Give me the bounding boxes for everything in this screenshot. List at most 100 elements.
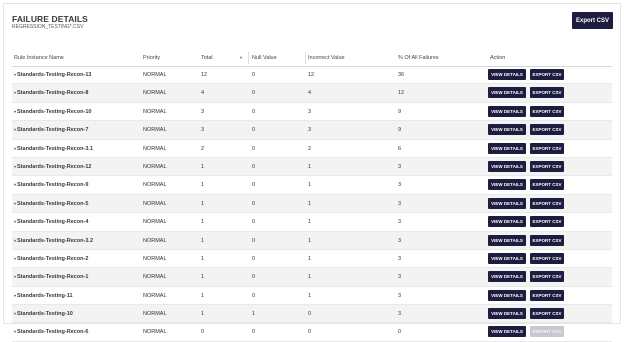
- rule-name-text: Standards-Testing-Recon-4: [17, 219, 89, 226]
- row-export-csv-button[interactable]: EXPORT CSV: [530, 87, 564, 99]
- row-export-csv-button[interactable]: EXPORT CSV: [530, 197, 564, 209]
- null-value-cell: 0: [252, 329, 256, 336]
- chevron-down-icon[interactable]: ▾: [14, 127, 16, 132]
- view-details-button[interactable]: VIEW DETAILS: [488, 124, 526, 136]
- row-export-csv-button[interactable]: EXPORT CSV: [530, 271, 564, 283]
- chevron-down-icon[interactable]: ▾: [14, 90, 16, 95]
- col-null-value[interactable]: Null Value: [252, 55, 277, 61]
- view-details-button[interactable]: VIEW DETAILS: [488, 326, 526, 338]
- view-details-button[interactable]: VIEW DETAILS: [488, 289, 526, 301]
- view-details-button[interactable]: VIEW DETAILS: [488, 179, 526, 191]
- table-row[interactable]: ▾Standards-Testing-Recon-5 NORMAL 1 0 1 3 VIEW…: [12, 194, 612, 214]
- row-export-csv-button[interactable]: EXPORT CSV: [530, 142, 564, 154]
- rule-name-text: Standards-Testing-Recon-3.1: [17, 145, 94, 152]
- null-value-cell: 0: [252, 163, 256, 170]
- rule-instance-name: ▾Standards-Testing-Recon-2: [14, 256, 88, 262]
- incorrect-value-cell: 3: [308, 108, 312, 115]
- column-divider: [248, 52, 249, 64]
- table-row[interactable]: ▾Standards-Testing-Recon-6 NORMAL 0 0 0 0 VIEW…: [12, 323, 612, 342]
- table-row[interactable]: ▾Standards-Testing-Recon-13 NORMAL 12 0 12 36…: [12, 66, 612, 85]
- incorrect-value-cell: 1: [308, 163, 312, 170]
- total-cell: 1: [201, 237, 205, 244]
- row-export-csv-button[interactable]: EXPORT CSV: [530, 69, 564, 80]
- row-export-csv-button[interactable]: EXPORT CSV: [530, 179, 564, 191]
- percent-cell: 36: [398, 72, 405, 78]
- view-details-button[interactable]: VIEW DETAILS: [488, 142, 526, 154]
- chevron-down-icon[interactable]: ▾: [14, 201, 16, 206]
- chevron-down-icon[interactable]: ▾: [14, 219, 16, 224]
- table-row[interactable]: ▾Standards-Testing-Recon-9 NORMAL 1 0 1 3 VIEW…: [12, 176, 612, 195]
- table-row[interactable]: ▾Standards-Testing-Recon-4 NORMAL 1 0 1 3 VIEW…: [12, 213, 612, 232]
- view-details-button[interactable]: VIEW DETAILS: [488, 197, 526, 209]
- row-export-csv-button[interactable]: EXPORT CSV: [530, 160, 564, 172]
- chevron-down-icon[interactable]: ▾: [14, 238, 16, 243]
- table-row[interactable]: ▾Standards-Testing-Recon-10 NORMAL 3 0 3 9 VIE…: [12, 103, 612, 122]
- total-cell: 1: [201, 219, 205, 226]
- view-details-button[interactable]: VIEW DETAILS: [488, 234, 526, 246]
- view-details-button[interactable]: VIEW DETAILS: [488, 69, 526, 80]
- rule-instance-name: ▾Standards-Testing-11: [14, 293, 73, 299]
- chevron-down-icon[interactable]: ▾: [14, 329, 16, 334]
- table-row[interactable]: ▾Standards-Testing-Recon-1 NORMAL 1 0 1 3 VIEW…: [12, 268, 612, 287]
- table-row[interactable]: ▾Standards-Testing-Recon-12 NORMAL 1 0 1 3 VIE…: [12, 157, 612, 177]
- chevron-down-icon[interactable]: ▾: [14, 72, 16, 77]
- priority-cell: NORMAL: [143, 145, 167, 152]
- view-details-button[interactable]: VIEW DETAILS: [488, 308, 526, 320]
- incorrect-value-cell: 0: [308, 311, 312, 318]
- file-name: REGRESSION_TESTING*.CSV: [12, 24, 84, 30]
- incorrect-value-cell: 4: [308, 90, 312, 97]
- chevron-down-icon[interactable]: ▾: [14, 182, 16, 187]
- col-total[interactable]: Total: [201, 55, 213, 61]
- col-rule-instance-name[interactable]: Rule Instance Name: [14, 55, 64, 61]
- row-export-csv-button[interactable]: EXPORT CSV: [530, 105, 564, 117]
- table-row[interactable]: ▾Standards-Testing-Recon-7 NORMAL 3 0 3 9 VIEW…: [12, 121, 612, 140]
- row-export-csv-button[interactable]: EXPORT CSV: [530, 252, 564, 264]
- chevron-down-icon[interactable]: ▾: [14, 311, 16, 316]
- rule-instance-name: ▾Standards-Testing-Recon-8: [14, 90, 88, 96]
- rule-instance-name: ▾Standards-Testing-Recon-12: [14, 164, 91, 170]
- rule-name-text: Standards-Testing-Recon-10: [17, 108, 92, 115]
- chevron-down-icon[interactable]: ▾: [14, 293, 16, 298]
- chevron-down-icon[interactable]: ▾: [14, 256, 16, 261]
- row-export-csv-button[interactable]: EXPORT CSV: [530, 234, 564, 246]
- rule-instance-name: ▾Standards-Testing-10: [14, 311, 73, 317]
- col-priority[interactable]: Priority: [143, 55, 160, 61]
- export-csv-button[interactable]: Export CSV: [572, 12, 613, 29]
- priority-cell: NORMAL: [143, 237, 167, 244]
- chevron-down-icon[interactable]: ▾: [14, 164, 16, 169]
- col-percent-of-failures[interactable]: % Of All Failures: [398, 55, 439, 61]
- total-cell: 1: [201, 274, 205, 281]
- rule-instance-name: ▾Standards-Testing-Recon-13: [14, 72, 91, 78]
- rule-name-text: Standards-Testing-Recon-3.2: [17, 237, 94, 244]
- table-row[interactable]: ▾Standards-Testing-Recon-3.2 NORMAL 1 0 1 3 VI…: [12, 231, 612, 250]
- sort-down-icon[interactable]: ▼: [239, 55, 243, 60]
- col-incorrect-value[interactable]: Incorrect Value: [308, 55, 345, 61]
- view-details-button[interactable]: VIEW DETAILS: [488, 252, 526, 264]
- priority-cell: NORMAL: [143, 200, 167, 207]
- rule-instance-name: ▾Standards-Testing-Recon-3.2: [14, 238, 93, 244]
- view-details-button[interactable]: VIEW DETAILS: [488, 216, 526, 228]
- total-cell: 1: [201, 292, 205, 299]
- table-row[interactable]: ▾Standards-Testing-10 NORMAL 1 1 0 3 VIEW DETA…: [12, 305, 612, 324]
- chevron-down-icon[interactable]: ▾: [14, 146, 16, 151]
- percent-cell: 12: [398, 90, 405, 97]
- table-row[interactable]: ▾Standards-Testing-Recon-8 NORMAL 4 0 4 12 VIE…: [12, 84, 612, 103]
- row-export-csv-button[interactable]: EXPORT CSV: [530, 289, 564, 301]
- row-export-csv-button[interactable]: EXPORT CSV: [530, 124, 564, 136]
- view-details-button[interactable]: VIEW DETAILS: [488, 271, 526, 283]
- row-export-csv-button[interactable]: EXPORT CSV: [530, 216, 564, 228]
- chevron-down-icon[interactable]: ▾: [14, 109, 16, 114]
- null-value-cell: 0: [252, 145, 256, 152]
- table-row[interactable]: ▾Standards-Testing-11 NORMAL 1 0 1 3 VIEW DETA…: [12, 287, 612, 306]
- row-export-csv-button[interactable]: EXPORT CSV: [530, 308, 564, 320]
- view-details-button[interactable]: VIEW DETAILS: [488, 87, 526, 99]
- chevron-down-icon[interactable]: ▾: [14, 274, 16, 279]
- view-details-button[interactable]: VIEW DETAILS: [488, 105, 526, 117]
- table-row[interactable]: ▾Standards-Testing-Recon-2 NORMAL 1 0 1 3 VIEW…: [12, 250, 612, 269]
- null-value-cell: 0: [252, 274, 256, 281]
- view-details-button[interactable]: VIEW DETAILS: [488, 160, 526, 172]
- table-row[interactable]: ▾Standards-Testing-Recon-3.1 NORMAL 2 0 2 6 VI…: [12, 140, 612, 158]
- percent-cell: 9: [398, 127, 402, 134]
- incorrect-value-cell: 3: [308, 127, 312, 134]
- row-export-csv-button: EXPORT CSV: [530, 326, 564, 338]
